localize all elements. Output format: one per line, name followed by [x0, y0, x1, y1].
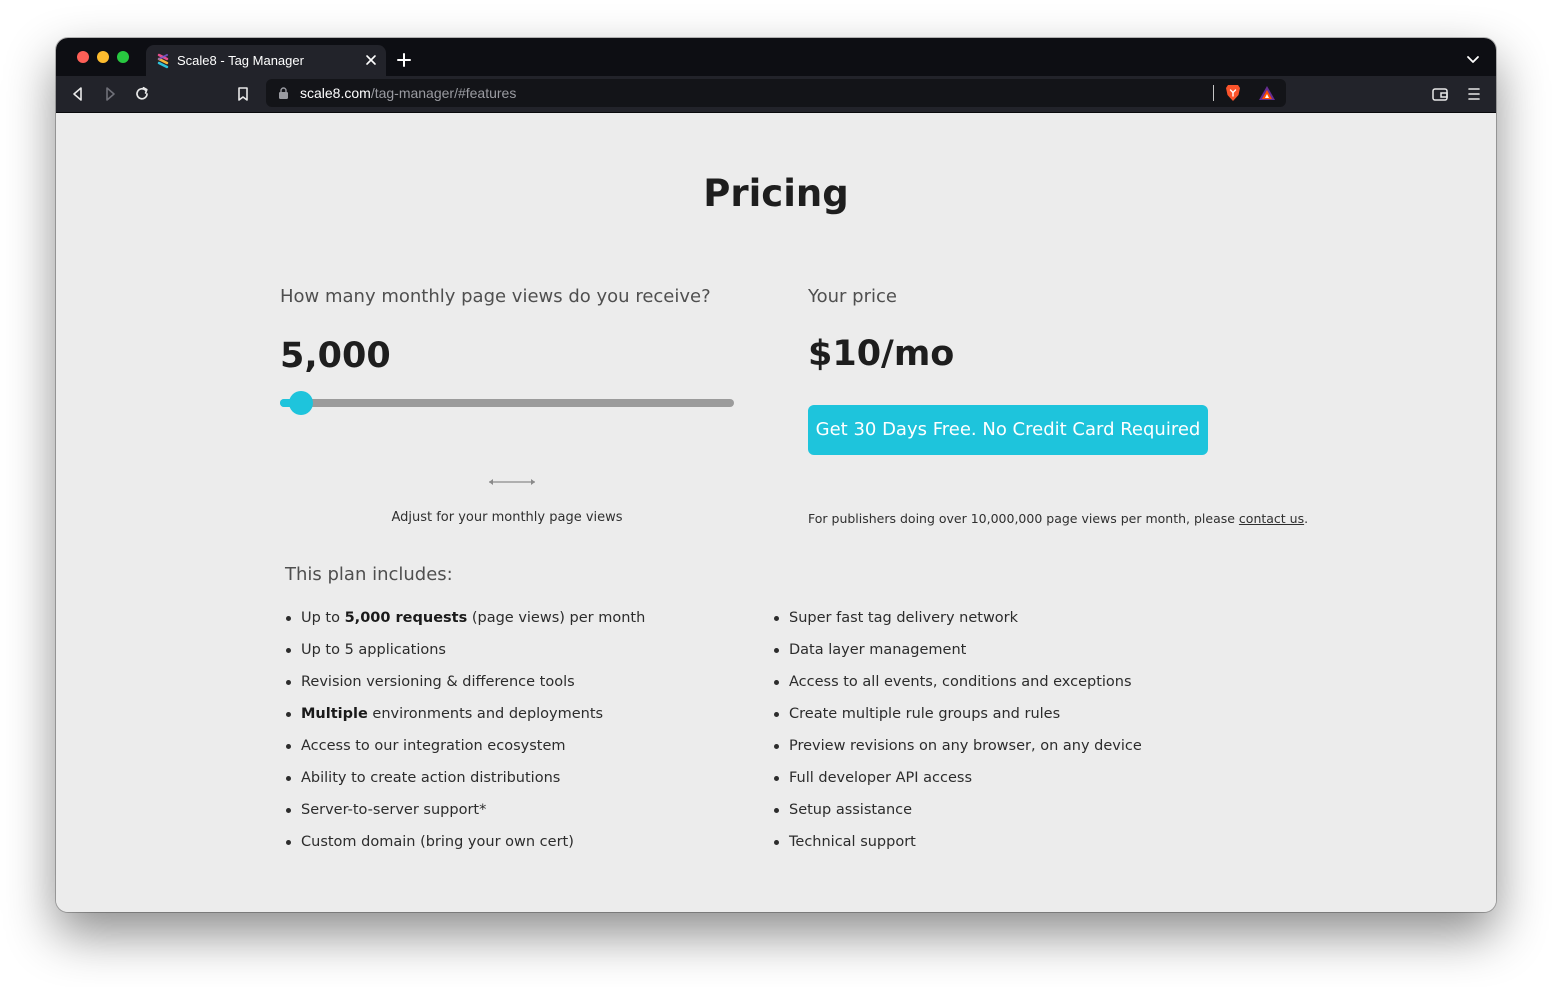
price-value: $10/mo	[808, 334, 955, 374]
reload-icon[interactable]	[133, 85, 151, 103]
plan-heading: This plan includes:	[285, 564, 453, 585]
publishers-text: For publishers doing over 10,000,000 pag…	[808, 511, 1239, 526]
browser-toolbar: scale8.com/tag-manager/#features	[56, 76, 1496, 113]
page-title: Pricing	[703, 172, 849, 215]
zoom-window-button[interactable]	[117, 51, 129, 63]
address-bar[interactable]: scale8.com/tag-manager/#features	[266, 79, 1286, 107]
feature-item: Revision versioning & difference tools	[286, 666, 645, 698]
publishers-note: For publishers doing over 10,000,000 pag…	[808, 511, 1308, 526]
chevron-down-icon[interactable]	[1466, 55, 1480, 65]
slider-hint: Adjust for your monthly page views	[391, 510, 623, 525]
feature-item: Multiple environments and deployments	[286, 698, 645, 730]
feature-text: Access to our integration ecosystem	[301, 738, 566, 754]
feature-text-suffix: (page views) per month	[467, 610, 646, 626]
tab-scale8[interactable]: Scale8 - Tag Manager	[146, 45, 386, 76]
feature-item: Full developer API access	[774, 762, 1142, 794]
slider-track	[280, 399, 734, 407]
pricing-page: Pricing How many monthly page views do y…	[56, 114, 1496, 912]
free-trial-button[interactable]: Get 30 Days Free. No Credit Card Require…	[808, 405, 1208, 455]
forward-icon[interactable]	[101, 85, 119, 103]
feature-item: Create multiple rule groups and rules	[774, 698, 1142, 730]
feature-item: Data layer management	[774, 634, 1142, 666]
feature-item: Technical support	[774, 826, 1142, 858]
feature-item: Up to 5,000 requests (page views) per mo…	[286, 602, 645, 634]
feature-text-suffix: environments and deployments	[367, 706, 604, 722]
brave-rewards-icon[interactable]	[1258, 85, 1276, 101]
pageviews-value: 5,000	[280, 336, 391, 376]
feature-text: Server-to-server support*	[301, 802, 487, 818]
feature-item: Preview revisions on any browser, on any…	[774, 730, 1142, 762]
feature-item: Access to all events, conditions and exc…	[774, 666, 1142, 698]
brave-shields-icon[interactable]	[1225, 84, 1241, 102]
feature-bold: 5,000 requests	[344, 610, 468, 626]
feature-bold: Multiple	[301, 706, 368, 722]
minimize-window-button[interactable]	[97, 51, 109, 63]
title-bar: Scale8 - Tag Manager	[56, 38, 1496, 76]
url-text: scale8.com/tag-manager/#features	[300, 85, 516, 101]
feature-item: Up to 5 applications	[286, 634, 645, 666]
feature-text: Up to 5 applications	[301, 642, 446, 658]
feature-item: Super fast tag delivery network	[774, 602, 1142, 634]
pageviews-question: How many monthly page views do you recei…	[280, 286, 711, 307]
pageviews-slider[interactable]	[280, 390, 734, 416]
feature-text: Ability to create action distributions	[301, 770, 561, 786]
url-host: scale8.com	[300, 85, 371, 101]
feature-item: Setup assistance	[774, 794, 1142, 826]
url-path: /tag-manager/#features	[370, 85, 517, 101]
feature-text: Revision versioning & difference tools	[301, 674, 575, 690]
slider-thumb[interactable]	[288, 391, 313, 415]
contact-us-link[interactable]: contact us	[1239, 511, 1304, 526]
feature-text: Up to	[301, 610, 345, 626]
wallet-icon[interactable]	[1431, 85, 1449, 103]
price-label: Your price	[808, 286, 897, 307]
left-right-arrows-icon	[489, 479, 535, 485]
menu-icon[interactable]	[1465, 85, 1483, 103]
close-window-button[interactable]	[77, 51, 89, 63]
new-tab-icon[interactable]	[396, 52, 412, 68]
tab-title: Scale8 - Tag Manager	[177, 53, 304, 68]
feature-item: Server-to-server support*	[286, 794, 645, 826]
scale8-favicon-icon	[157, 53, 169, 69]
publishers-suffix: .	[1304, 511, 1309, 526]
features-list-right: Super fast tag delivery network Data lay…	[774, 602, 1142, 858]
feature-text: Custom domain (bring your own cert)	[301, 834, 574, 850]
feature-item: Custom domain (bring your own cert)	[286, 826, 645, 858]
back-icon[interactable]	[69, 85, 87, 103]
lock-icon	[279, 87, 288, 99]
address-bar-divider	[1213, 85, 1214, 101]
browser-window: Scale8 - Tag Manager scale8.com/tag-mana…	[56, 38, 1496, 912]
close-tab-icon[interactable]	[364, 53, 378, 67]
bookmark-icon[interactable]	[234, 85, 252, 103]
features-list-left: Up to 5,000 requests (page views) per mo…	[286, 602, 645, 858]
feature-item: Ability to create action distributions	[286, 762, 645, 794]
feature-item: Access to our integration ecosystem	[286, 730, 645, 762]
